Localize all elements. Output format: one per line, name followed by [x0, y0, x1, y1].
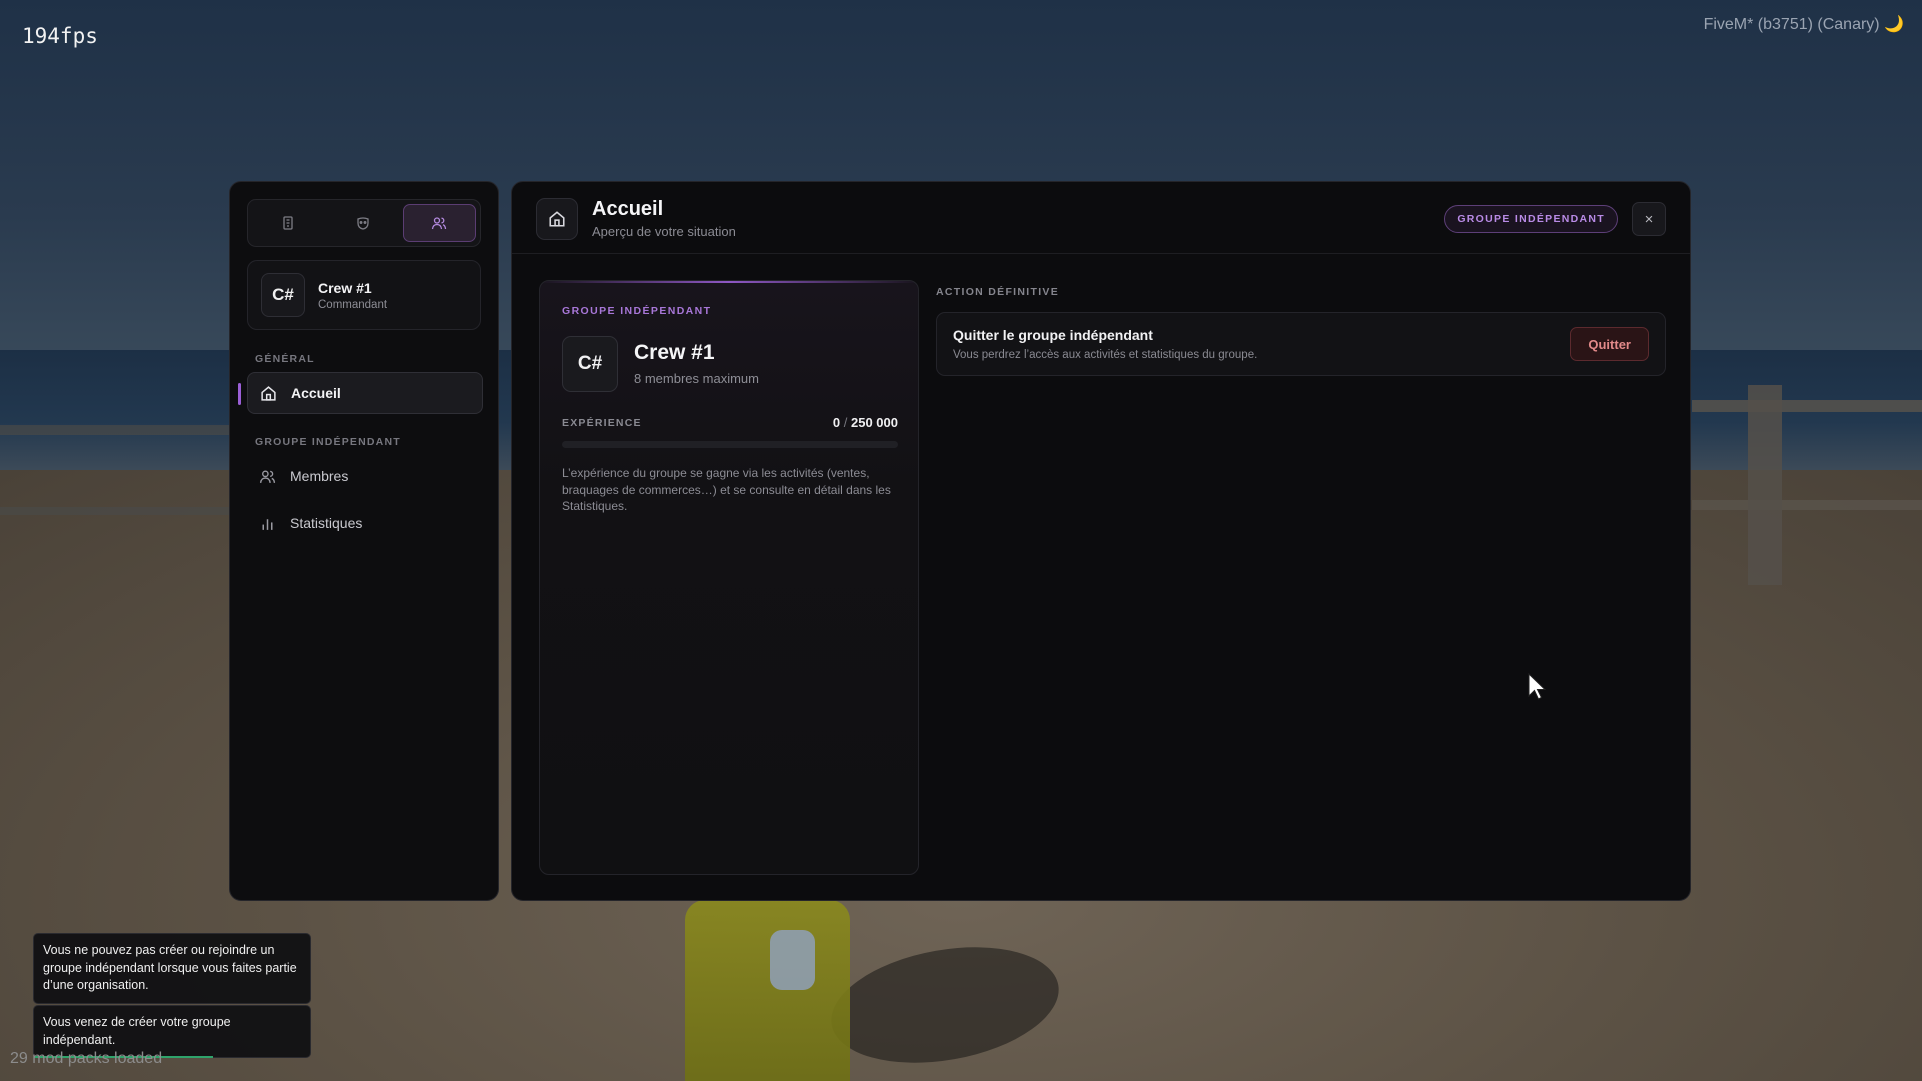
- modpacks-status: 29 mod packs loaded: [10, 1050, 163, 1067]
- crew-name: Crew #1: [318, 279, 372, 296]
- sidebar-item-label: Accueil: [291, 385, 341, 401]
- sidebar-tabs: [247, 199, 481, 247]
- background-player: [685, 900, 850, 1081]
- background-fence-right: [1692, 400, 1922, 510]
- notification-error: Vous ne pouvez pas créer ou rejoindre un…: [33, 933, 311, 1004]
- tab-gang[interactable]: [327, 204, 398, 242]
- client-version: FiveM* (b3751) (Canary) 🌙: [1703, 16, 1904, 33]
- sidebar-item-label: Statistiques: [290, 515, 363, 531]
- close-button[interactable]: ×: [1632, 202, 1666, 236]
- group-badge: C#: [562, 336, 618, 392]
- section-label-independent-group: GROUPE INDÉPENDANT: [255, 436, 401, 448]
- leave-group-subtitle: Vous perdrez l’accès aux activités et st…: [953, 349, 1258, 361]
- crew-summary-card: C# Crew #1 Commandant: [247, 260, 481, 330]
- mask-icon: [357, 217, 369, 230]
- background-fence-post: [1748, 385, 1782, 585]
- background-player-glove: [770, 930, 815, 990]
- leave-group-card: Quitter le groupe indépendant Vous perdr…: [936, 312, 1666, 376]
- users-icon: [259, 469, 276, 483]
- header-icon: [536, 198, 578, 240]
- experience-max: 250 000: [851, 415, 898, 430]
- home-icon: [261, 385, 276, 401]
- page-subtitle: Aperçu de votre situation: [592, 224, 736, 239]
- card-accent-line: [540, 281, 918, 283]
- panel-header: Accueil Aperçu de votre situation GROUPE…: [512, 182, 1690, 254]
- bar-chart-icon: [262, 518, 273, 530]
- group-card: GROUPE INDÉPENDANT C# Crew #1 8 membres …: [539, 280, 919, 875]
- sidebar: C# Crew #1 Commandant GÉNÉRAL Accueil GR…: [229, 181, 499, 901]
- experience-description: L’expérience du groupe se gagne via les …: [562, 466, 891, 513]
- sidebar-item-membres[interactable]: Membres: [247, 455, 483, 497]
- group-type-badge: GROUPE INDÉPENDANT: [1444, 205, 1618, 233]
- page-title: Accueil: [592, 198, 664, 220]
- background-fence-left: [0, 425, 235, 515]
- main-panel: Accueil Aperçu de votre situation GROUPE…: [511, 181, 1691, 901]
- tab-independent-group[interactable]: [402, 204, 476, 242]
- action-section-label: ACTION DÉFINITIVE: [936, 286, 1060, 298]
- sidebar-item-label: Membres: [290, 468, 349, 484]
- experience-separator: /: [843, 415, 848, 430]
- tab-organisation[interactable]: [252, 204, 323, 242]
- active-indicator: [238, 383, 241, 405]
- mouse-cursor-icon: [1528, 672, 1547, 700]
- crew-role: Commandant: [318, 298, 388, 311]
- group-card-label: GROUPE INDÉPENDANT: [562, 305, 712, 317]
- group-name: Crew #1: [634, 341, 715, 364]
- experience-current: 0: [832, 415, 841, 430]
- notification-text: Vous ne pouvez pas créer ou rejoindre un…: [43, 943, 297, 992]
- experience-label: EXPÉRIENCE: [562, 417, 642, 429]
- sidebar-item-accueil[interactable]: Accueil: [238, 372, 483, 414]
- section-label-general: GÉNÉRAL: [255, 353, 315, 365]
- close-icon: ×: [1644, 210, 1654, 228]
- building-icon: [283, 216, 293, 230]
- fps-counter: 194fps: [22, 24, 98, 48]
- notification-text: Vous venez de créer votre groupe indépen…: [43, 1015, 231, 1047]
- quit-button[interactable]: Quitter: [1570, 327, 1649, 361]
- experience-progress-bar: [562, 441, 898, 448]
- users-icon: [432, 217, 447, 230]
- home-icon: [549, 211, 565, 227]
- experience-value: 0 / 250 000: [833, 415, 898, 430]
- sidebar-item-statistiques[interactable]: Statistiques: [247, 502, 483, 544]
- group-max-members: 8 membres maximum: [634, 371, 759, 386]
- crew-badge: C#: [261, 273, 305, 317]
- leave-group-title: Quitter le groupe indépendant: [953, 327, 1153, 343]
